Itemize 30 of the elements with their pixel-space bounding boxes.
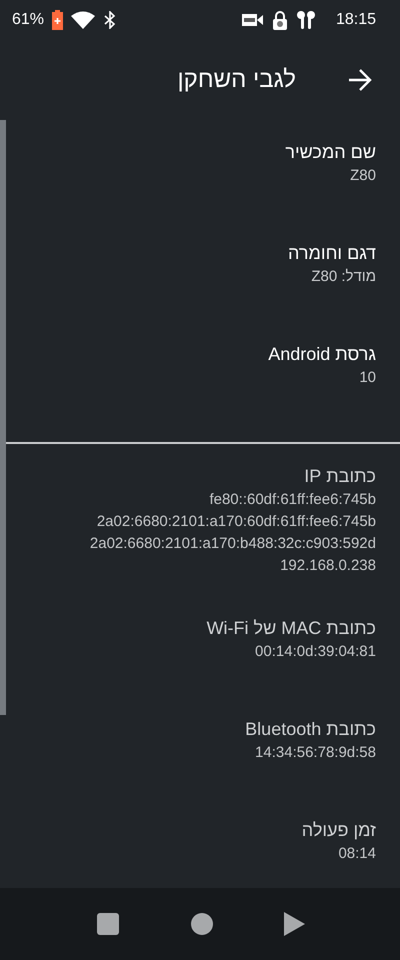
setting-value: 08:14 (338, 844, 376, 864)
setting-value: 2a02:6680:2101:a170:60df:61ff:fee6:745b (96, 512, 376, 532)
clock-time: 18:15 (336, 11, 376, 29)
setting-title: שם המכשיר (285, 141, 376, 164)
setting-value: 192.168.0.238 (280, 556, 376, 576)
setting-value: מודל: Z80 (311, 267, 376, 287)
setting-value: 2a02:6680:2101:a170:b488:32c:c903:592d (90, 534, 376, 554)
setting-title: דגם וחומרה (288, 242, 376, 265)
lock-icon (272, 10, 288, 30)
setting-value: 10 (359, 368, 376, 388)
wifi-icon (71, 11, 96, 29)
recording-icon (242, 13, 264, 27)
battery-percent: 61% (12, 11, 44, 29)
earbuds-icon (296, 10, 316, 30)
setting-value: Z80 (350, 166, 376, 186)
setting-title: כתובת Bluetooth (245, 718, 376, 741)
back-arrow-icon[interactable] (348, 69, 372, 91)
triangle-icon[interactable] (284, 912, 304, 936)
setting-title: כתובת IP (304, 465, 376, 488)
setting-title: גרסת Android (268, 343, 376, 366)
bluetooth-icon (103, 11, 118, 29)
setting-title: כתובת MAC של Wi-Fi (206, 617, 376, 640)
battery-icon (52, 10, 64, 30)
setting-value: fe80::60df:61ff:fee6:745b (209, 490, 376, 510)
square-icon[interactable] (96, 912, 120, 936)
setting-title: זמן פעולה (302, 819, 376, 842)
circle-icon[interactable] (190, 913, 212, 935)
page-title: לגבי השחקן (177, 66, 296, 94)
setting-value: 00:14:0d:39:04:81 (255, 642, 376, 662)
setting-value: 14:34:56:78:9d:58 (255, 743, 376, 763)
